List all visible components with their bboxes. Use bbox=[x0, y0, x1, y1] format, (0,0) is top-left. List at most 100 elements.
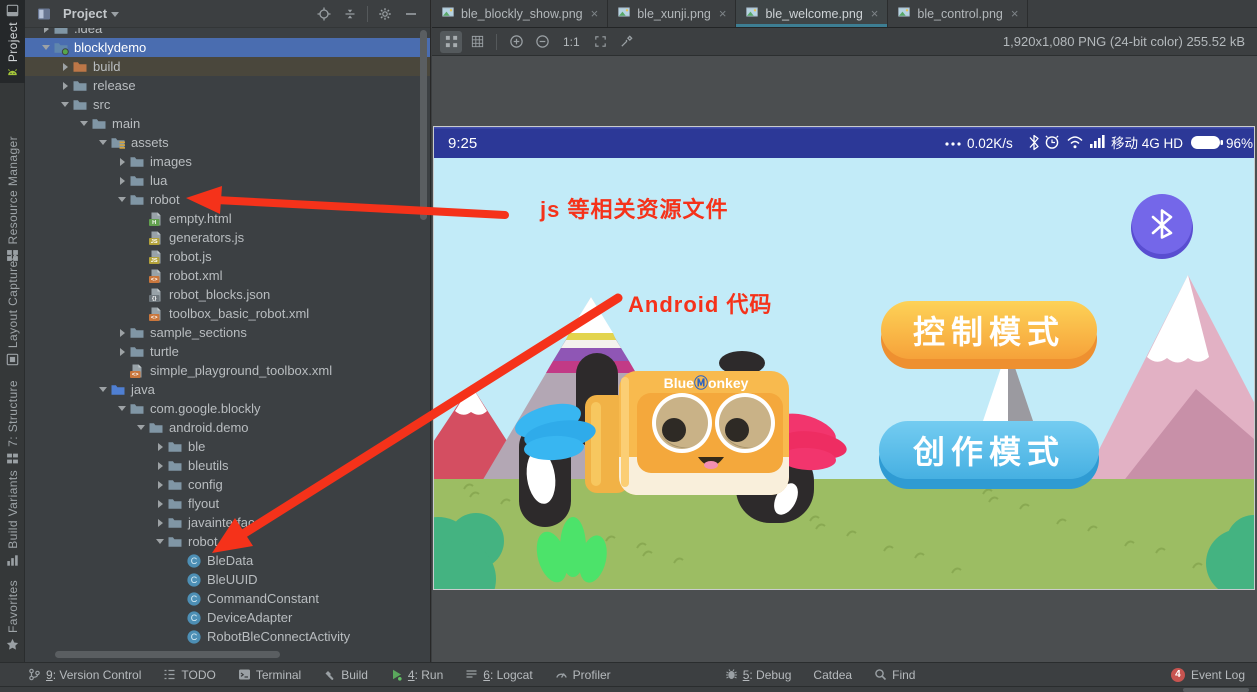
tree-row[interactable]: flyout bbox=[25, 494, 430, 513]
tool-window-button-project[interactable]: Project bbox=[0, 0, 25, 84]
tree-row[interactable]: JS robot.js bbox=[25, 247, 430, 266]
close-icon[interactable]: × bbox=[717, 6, 727, 21]
tree-row[interactable]: <> simple_playground_toolbox.xml bbox=[25, 361, 430, 380]
statusbar-button-find[interactable]: Find bbox=[874, 668, 915, 682]
statusbar-button-logcat[interactable]: 6: Logcat bbox=[465, 668, 533, 682]
zoom-to-fit-icon[interactable] bbox=[440, 30, 462, 53]
hide-panel-icon[interactable] bbox=[403, 6, 419, 22]
tool-window-button-build-variants[interactable]: Build Variants bbox=[0, 466, 25, 570]
tree-row[interactable]: bleutils bbox=[25, 456, 430, 475]
tree-row[interactable]: {} robot_blocks.json bbox=[25, 285, 430, 304]
vertical-scrollbar[interactable] bbox=[420, 30, 427, 220]
grid-icon[interactable] bbox=[466, 31, 488, 53]
create-mode-button[interactable]: 创作模式 bbox=[879, 421, 1099, 489]
bluetooth-button[interactable] bbox=[1131, 194, 1193, 259]
event-log-button[interactable]: 4 Event Log bbox=[1170, 667, 1245, 682]
expand-arrow-icon[interactable] bbox=[115, 326, 129, 340]
tool-window-button-layout-captures[interactable]: Layout Captures bbox=[0, 250, 25, 369]
horizontal-scrollbar[interactable] bbox=[55, 651, 280, 658]
tree-row[interactable]: C DeviceAdapter bbox=[25, 608, 430, 627]
tree-row[interactable]: images bbox=[25, 152, 430, 171]
tree-row[interactable]: C BleUUID bbox=[25, 570, 430, 589]
color-picker-icon[interactable] bbox=[616, 31, 638, 53]
tool-window-button--structure[interactable]: 7: Structure bbox=[0, 376, 25, 468]
editor-tab[interactable]: ble_xunji.png × bbox=[608, 0, 737, 27]
statusbar-button-debug[interactable]: 5: Debug bbox=[725, 668, 791, 682]
expand-arrow-icon[interactable] bbox=[153, 497, 167, 511]
expand-arrow-icon[interactable] bbox=[153, 516, 167, 530]
tree-row[interactable]: <> robot.xml bbox=[25, 266, 430, 285]
expand-arrow-icon[interactable] bbox=[153, 459, 167, 473]
expand-arrow-icon[interactable] bbox=[58, 98, 72, 112]
collapse-all-icon[interactable] bbox=[342, 6, 358, 22]
expand-arrow-icon[interactable] bbox=[153, 478, 167, 492]
expand-arrow-icon[interactable] bbox=[115, 174, 129, 188]
tree-row[interactable]: C CommandConstant bbox=[25, 589, 430, 608]
expand-arrow-icon[interactable] bbox=[58, 79, 72, 93]
expand-arrow-icon[interactable] bbox=[134, 421, 148, 435]
expand-arrow-icon[interactable] bbox=[39, 28, 53, 36]
expand-arrow-icon[interactable] bbox=[96, 136, 110, 150]
tree-row[interactable]: java bbox=[25, 380, 430, 399]
close-icon[interactable]: × bbox=[1009, 6, 1019, 21]
control-mode-button[interactable]: 控制模式 bbox=[881, 301, 1097, 369]
tree-row[interactable]: sample_sections bbox=[25, 323, 430, 342]
close-icon[interactable]: × bbox=[589, 6, 599, 21]
expand-arrow-icon[interactable] bbox=[153, 440, 167, 454]
expand-arrow-icon[interactable] bbox=[115, 402, 129, 416]
tool-window-button-favorites[interactable]: Favorites bbox=[0, 576, 25, 654]
tree-row[interactable]: lua bbox=[25, 171, 430, 190]
tree-row[interactable]: src bbox=[25, 95, 430, 114]
tree-row[interactable]: ble bbox=[25, 437, 430, 456]
tree-row[interactable]: robot bbox=[25, 532, 430, 551]
tree-row[interactable]: robot bbox=[25, 190, 430, 209]
statusbar-button-terminal[interactable]: Terminal bbox=[238, 668, 301, 682]
expand-arrow-icon[interactable] bbox=[39, 41, 53, 55]
tool-window-button-resource-manager[interactable]: Resource Manager bbox=[0, 132, 25, 265]
tree-row[interactable]: main bbox=[25, 114, 430, 133]
zoom-in-icon[interactable] bbox=[505, 31, 527, 53]
frame-icon[interactable] bbox=[590, 31, 612, 53]
zoom-out-icon[interactable] bbox=[531, 31, 553, 53]
tree-row[interactable]: android.demo bbox=[25, 418, 430, 437]
chevron-down-icon[interactable] bbox=[111, 12, 120, 17]
tree-row[interactable]: com.google.blockly bbox=[25, 399, 430, 418]
folder-icon bbox=[53, 40, 74, 56]
tree-row[interactable]: javainterface bbox=[25, 513, 430, 532]
statusbar-button-profiler[interactable]: Profiler bbox=[555, 668, 611, 682]
expand-arrow-icon[interactable] bbox=[96, 383, 110, 397]
tree-row[interactable]: turtle bbox=[25, 342, 430, 361]
statusbar-button-build[interactable]: Build bbox=[323, 668, 368, 682]
statusbar-button-catdea[interactable]: Catdea bbox=[813, 668, 852, 682]
tree-row[interactable]: .idea bbox=[25, 28, 430, 38]
tree-row[interactable]: release bbox=[25, 76, 430, 95]
settings-gear-icon[interactable] bbox=[377, 6, 393, 22]
statusbar-button-version-control[interactable]: 9: Version Control bbox=[28, 668, 141, 682]
expand-arrow-icon[interactable] bbox=[115, 193, 129, 207]
svg-text:C: C bbox=[191, 575, 198, 585]
statusbar-button-todo[interactable]: TODO bbox=[163, 668, 216, 682]
close-icon[interactable]: × bbox=[869, 6, 879, 21]
tree-row[interactable]: C BleData bbox=[25, 551, 430, 570]
expand-arrow-icon[interactable] bbox=[58, 60, 72, 74]
editor-tab[interactable]: ble_control.png × bbox=[888, 0, 1029, 27]
editor-tab[interactable]: ble_blockly_show.png × bbox=[432, 0, 609, 27]
tree-row[interactable]: blocklydemo bbox=[25, 38, 430, 57]
tree-row[interactable]: assets bbox=[25, 133, 430, 152]
tree-row[interactable]: config bbox=[25, 475, 430, 494]
tree-row[interactable]: <> toolbox_basic_robot.xml bbox=[25, 304, 430, 323]
editor-tab[interactable]: ble_welcome.png × bbox=[736, 0, 889, 27]
expand-arrow-icon[interactable] bbox=[77, 117, 91, 131]
expand-arrow-icon[interactable] bbox=[115, 155, 129, 169]
locate-icon[interactable] bbox=[316, 6, 332, 22]
memory-indicator[interactable] bbox=[1183, 688, 1249, 692]
expand-arrow-icon[interactable] bbox=[153, 535, 167, 549]
tree-row[interactable]: JS generators.js bbox=[25, 228, 430, 247]
tree-row[interactable]: Hempty.html bbox=[25, 209, 430, 228]
tree-row[interactable]: build bbox=[25, 57, 430, 76]
statusbar-button-run[interactable]: 4: Run bbox=[390, 668, 443, 682]
expand-arrow-icon[interactable] bbox=[115, 345, 129, 359]
actual-size-button[interactable]: 1:1 bbox=[563, 35, 580, 49]
tree-row[interactable]: C RobotBleConnectActivity bbox=[25, 627, 430, 644]
